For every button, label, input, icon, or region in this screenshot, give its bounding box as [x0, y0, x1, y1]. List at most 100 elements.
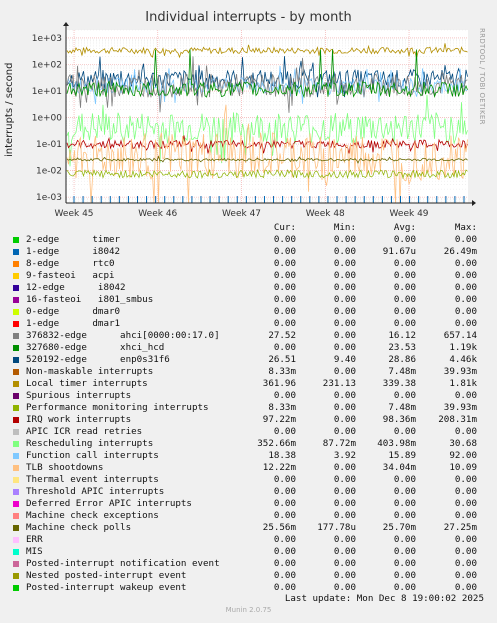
legend-max-value: 0.00 [454, 486, 477, 497]
legend-max-value: 0.00 [454, 282, 477, 293]
legend-max-value: 0.00 [454, 258, 477, 269]
legend-row: 0-edge dmar0 0.00 0.00 0.00 0.00 [12, 306, 488, 318]
legend-max-value: 4.46k [449, 354, 477, 365]
legend-row: IRQ work interrupts 97.22m 0.00 98.36m 208.3… [12, 414, 488, 426]
last-update: Last update: Mon Dec 8 19:00:02 2025 [284, 593, 484, 604]
legend-avg-value: 403.98m [377, 438, 416, 449]
legend-series-name: Threshold APIC interrupts [26, 486, 165, 497]
legend-series-name: 16-fasteoi i801_smbus [26, 294, 154, 305]
legend-max-value: 0.00 [454, 558, 477, 569]
legend-row: 2-edge timer 0.00 0.00 0.00 0.00 [12, 234, 488, 246]
legend-row: Spurious interrupts 0.00 0.00 0.00 0.00 [12, 390, 488, 402]
legend-row: 520192-edge enp0s31f6 26.51 9.40 28.86 4.46k [12, 354, 488, 366]
legend-row: ERR 0.00 0.00 0.00 0.00 [12, 534, 488, 546]
legend-max-value: 30.68 [449, 438, 477, 449]
legend-series-name: ERR [26, 534, 43, 545]
x-tick-label: Week 48 [306, 209, 345, 219]
legend-swatch [13, 573, 19, 579]
y-tick-label: 1e+02 [32, 61, 62, 71]
y-tick-label: 1e+03 [32, 34, 62, 44]
legend-series-name: Non-maskable interrupts [26, 366, 154, 377]
legend-swatch [13, 453, 19, 459]
legend-series-name: TLB shootdowns [26, 462, 104, 473]
legend-series-name: 8-edge rtc0 [26, 258, 115, 269]
legend-series-name: Posted-interrupt notification event [26, 558, 220, 569]
legend-series-name: 1-edge dmar1 [26, 318, 121, 329]
legend-swatch [13, 249, 19, 255]
y-tick-label: 1e-03 [36, 193, 62, 203]
legend-avg-value: 0.00 [393, 486, 416, 497]
legend-max-value: 0.00 [454, 474, 477, 485]
legend-swatch [13, 585, 19, 591]
legend-swatch [13, 561, 19, 567]
legend-swatch [13, 465, 19, 471]
legend-max-value: 0.00 [454, 294, 477, 305]
legend-swatch [13, 297, 19, 303]
legend-row: Threshold APIC interrupts 0.00 0.00 0.00 0.0… [12, 486, 488, 498]
legend-series-name: 12-edge i8042 [26, 282, 126, 293]
legend-series-name: 376832-edge ahci[0000:00:17.0] [26, 330, 220, 341]
legend-swatch [13, 537, 19, 543]
legend-max-value: 10.09 [449, 462, 477, 473]
legend-avg-value: 0.00 [393, 498, 416, 509]
y-axis-arrow [63, 22, 69, 26]
legend-swatch [13, 441, 19, 447]
legend-avg-value: 0.00 [393, 234, 416, 245]
legend-max-value: 0.00 [454, 390, 477, 401]
legend-row: 12-edge i8042 0.00 0.00 0.00 0.00 [12, 282, 488, 294]
legend-avg-value: 0.00 [393, 282, 416, 293]
legend-row: MIS 0.00 0.00 0.00 0.00 [12, 546, 488, 558]
legend-row: Non-maskable interrupts 8.33m 0.00 7.48m 39.… [12, 366, 488, 378]
legend-swatch [13, 417, 19, 423]
legend-swatch [13, 477, 19, 483]
legend-avg-value: 34.04m [382, 462, 416, 473]
y-tick-label: 1e+00 [32, 114, 63, 124]
legend-row: 9-fasteoi acpi 0.00 0.00 0.00 0.00 [12, 270, 488, 282]
legend-row: 327680-edge xhci_hcd 0.00 0.00 23.53 1.19k [12, 342, 488, 354]
x-tick-label: Week 47 [222, 209, 261, 219]
legend-series-name: 2-edge timer [26, 234, 121, 245]
legend-avg-value: 28.86 [388, 354, 416, 365]
legend-avg-value: 98.36m [382, 414, 416, 425]
legend-series-name: Machine check polls [26, 522, 132, 533]
legend-row: 16-fasteoi i801_smbus 0.00 0.00 0.00 0.00 [12, 294, 488, 306]
legend-row: Local timer interrupts 361.96 231.13 339.38… [12, 378, 488, 390]
legend-avg-value: 0.00 [393, 258, 416, 269]
legend-series-name: Function call interrupts [26, 450, 159, 461]
legend-swatch [13, 321, 19, 327]
legend-row: 1-edge i8042 0.00 0.00 91.67u 26.49m [12, 246, 488, 258]
legend-max-value: 0.00 [454, 426, 477, 437]
legend-max-value: 0.00 [454, 270, 477, 281]
legend-max-value: 0.00 [454, 234, 477, 245]
legend-avg-value: 0.00 [393, 546, 416, 557]
legend-avg-value: 7.48m [388, 402, 416, 413]
legend-avg-value: 0.00 [393, 534, 416, 545]
legend-max-value: 26.49m [443, 246, 477, 257]
legend-series-name: APIC ICR read retries [26, 426, 143, 437]
legend-max-value: 0.00 [454, 498, 477, 509]
legend-avg-value: 91.67u [382, 246, 416, 257]
legend-row: TLB shootdowns 12.22m 0.00 34.04m 10.09 [12, 462, 488, 474]
legend: Cur: Min: Avg: Max: 2-edge timer 0.00 0.00… [12, 222, 488, 594]
legend-series-name: 1-edge i8042 [26, 246, 121, 257]
legend-row: Posted-interrupt notification event 0.00 0… [12, 558, 488, 570]
legend-rows: 2-edge timer 0.00 0.00 0.00 0.00 1-edge i8042… [12, 234, 488, 594]
legend-avg-value: 0.00 [393, 306, 416, 317]
legend-swatch [13, 405, 19, 411]
legend-swatch [13, 285, 19, 291]
legend-max-value: 39.93m [443, 366, 477, 377]
legend-max-value: 0.00 [454, 570, 477, 581]
legend-swatch [13, 513, 19, 519]
legend-swatch [13, 429, 19, 435]
legend-row: Function call interrupts 18.38 3.92 15.89 92… [12, 450, 488, 462]
x-tick-label: Week 49 [390, 209, 429, 219]
legend-row: Thermal event interrupts 0.00 0.00 0.00 0.00 [12, 474, 488, 486]
legend-series-name: 520192-edge enp0s31f6 [26, 354, 170, 365]
legend-series-name: Nested posted-interrupt event [26, 570, 187, 581]
x-tick-label: Week 46 [138, 209, 177, 219]
legend-series-name: Deferred Error APIC interrupts [26, 498, 192, 509]
legend-swatch [13, 393, 19, 399]
legend-avg-value: 0.00 [393, 390, 416, 401]
legend-max-value: 0.00 [454, 318, 477, 329]
legend-series-name: 0-edge dmar0 [26, 306, 121, 317]
